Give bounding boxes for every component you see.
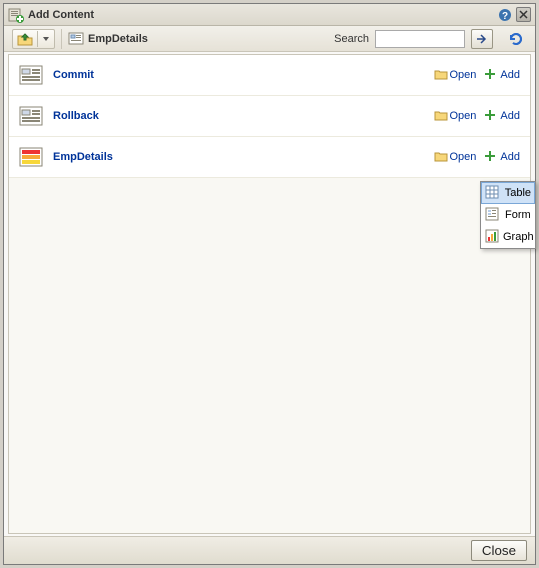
- data-icon: [19, 145, 43, 169]
- search-input[interactable]: [375, 30, 465, 48]
- table-icon: [485, 185, 501, 201]
- open-link[interactable]: Open: [434, 109, 477, 123]
- open-link[interactable]: Open: [434, 150, 477, 164]
- breadcrumb-label: EmpDetails: [88, 33, 148, 45]
- list-item-rollback: Rollback Open Add: [9, 96, 530, 137]
- dialog-footer: Close: [4, 536, 535, 564]
- add-link[interactable]: Add: [484, 68, 520, 82]
- close-icon[interactable]: [515, 7, 531, 23]
- plus-icon: [484, 68, 498, 82]
- chevron-down-icon[interactable]: [38, 35, 54, 43]
- search-label: Search: [334, 33, 369, 45]
- list-item-empdetails: EmpDetails Open Add: [9, 137, 530, 178]
- list-item-title[interactable]: Rollback: [53, 110, 434, 122]
- content-list: Commit Open Add Rollback: [9, 55, 530, 178]
- graph-icon: [485, 229, 499, 245]
- open-link[interactable]: Open: [434, 68, 477, 82]
- list-item-title[interactable]: Commit: [53, 69, 434, 81]
- folder-icon: [68, 31, 84, 47]
- add-content-icon: [8, 7, 24, 23]
- folder-open-icon: [434, 150, 448, 164]
- add-popup-menu: Table Form Graph: [480, 181, 536, 249]
- refresh-button[interactable]: [505, 29, 527, 49]
- add-content-dialog: Add Content ? EmpDetails Search: [3, 3, 536, 565]
- help-icon[interactable]: ?: [497, 7, 513, 23]
- list-item-commit: Commit Open Add: [9, 55, 530, 96]
- toolbar-divider: [61, 29, 62, 49]
- toolbar: EmpDetails Search: [4, 26, 535, 52]
- popup-item-form[interactable]: Form: [481, 204, 535, 226]
- operation-icon: [19, 63, 43, 87]
- folder-open-icon: [434, 68, 448, 82]
- titlebar: Add Content ?: [4, 4, 535, 26]
- plus-icon: [484, 109, 498, 123]
- up-folder-button[interactable]: [12, 29, 55, 49]
- add-link[interactable]: Add: [484, 150, 520, 164]
- folder-open-icon: [434, 109, 448, 123]
- list-item-title[interactable]: EmpDetails: [53, 151, 434, 163]
- popup-item-table[interactable]: Table: [481, 182, 535, 204]
- search-go-button[interactable]: [471, 29, 493, 49]
- add-link[interactable]: Add: [484, 109, 520, 123]
- svg-text:?: ?: [502, 11, 508, 22]
- plus-icon: [484, 150, 498, 164]
- dialog-title: Add Content: [28, 9, 495, 21]
- form-icon: [485, 207, 501, 223]
- close-button[interactable]: Close: [471, 540, 527, 561]
- popup-item-graph[interactable]: Graph: [481, 226, 535, 248]
- content-area: Commit Open Add Rollback: [8, 54, 531, 534]
- operation-icon: [19, 104, 43, 128]
- breadcrumb[interactable]: EmpDetails: [68, 31, 148, 47]
